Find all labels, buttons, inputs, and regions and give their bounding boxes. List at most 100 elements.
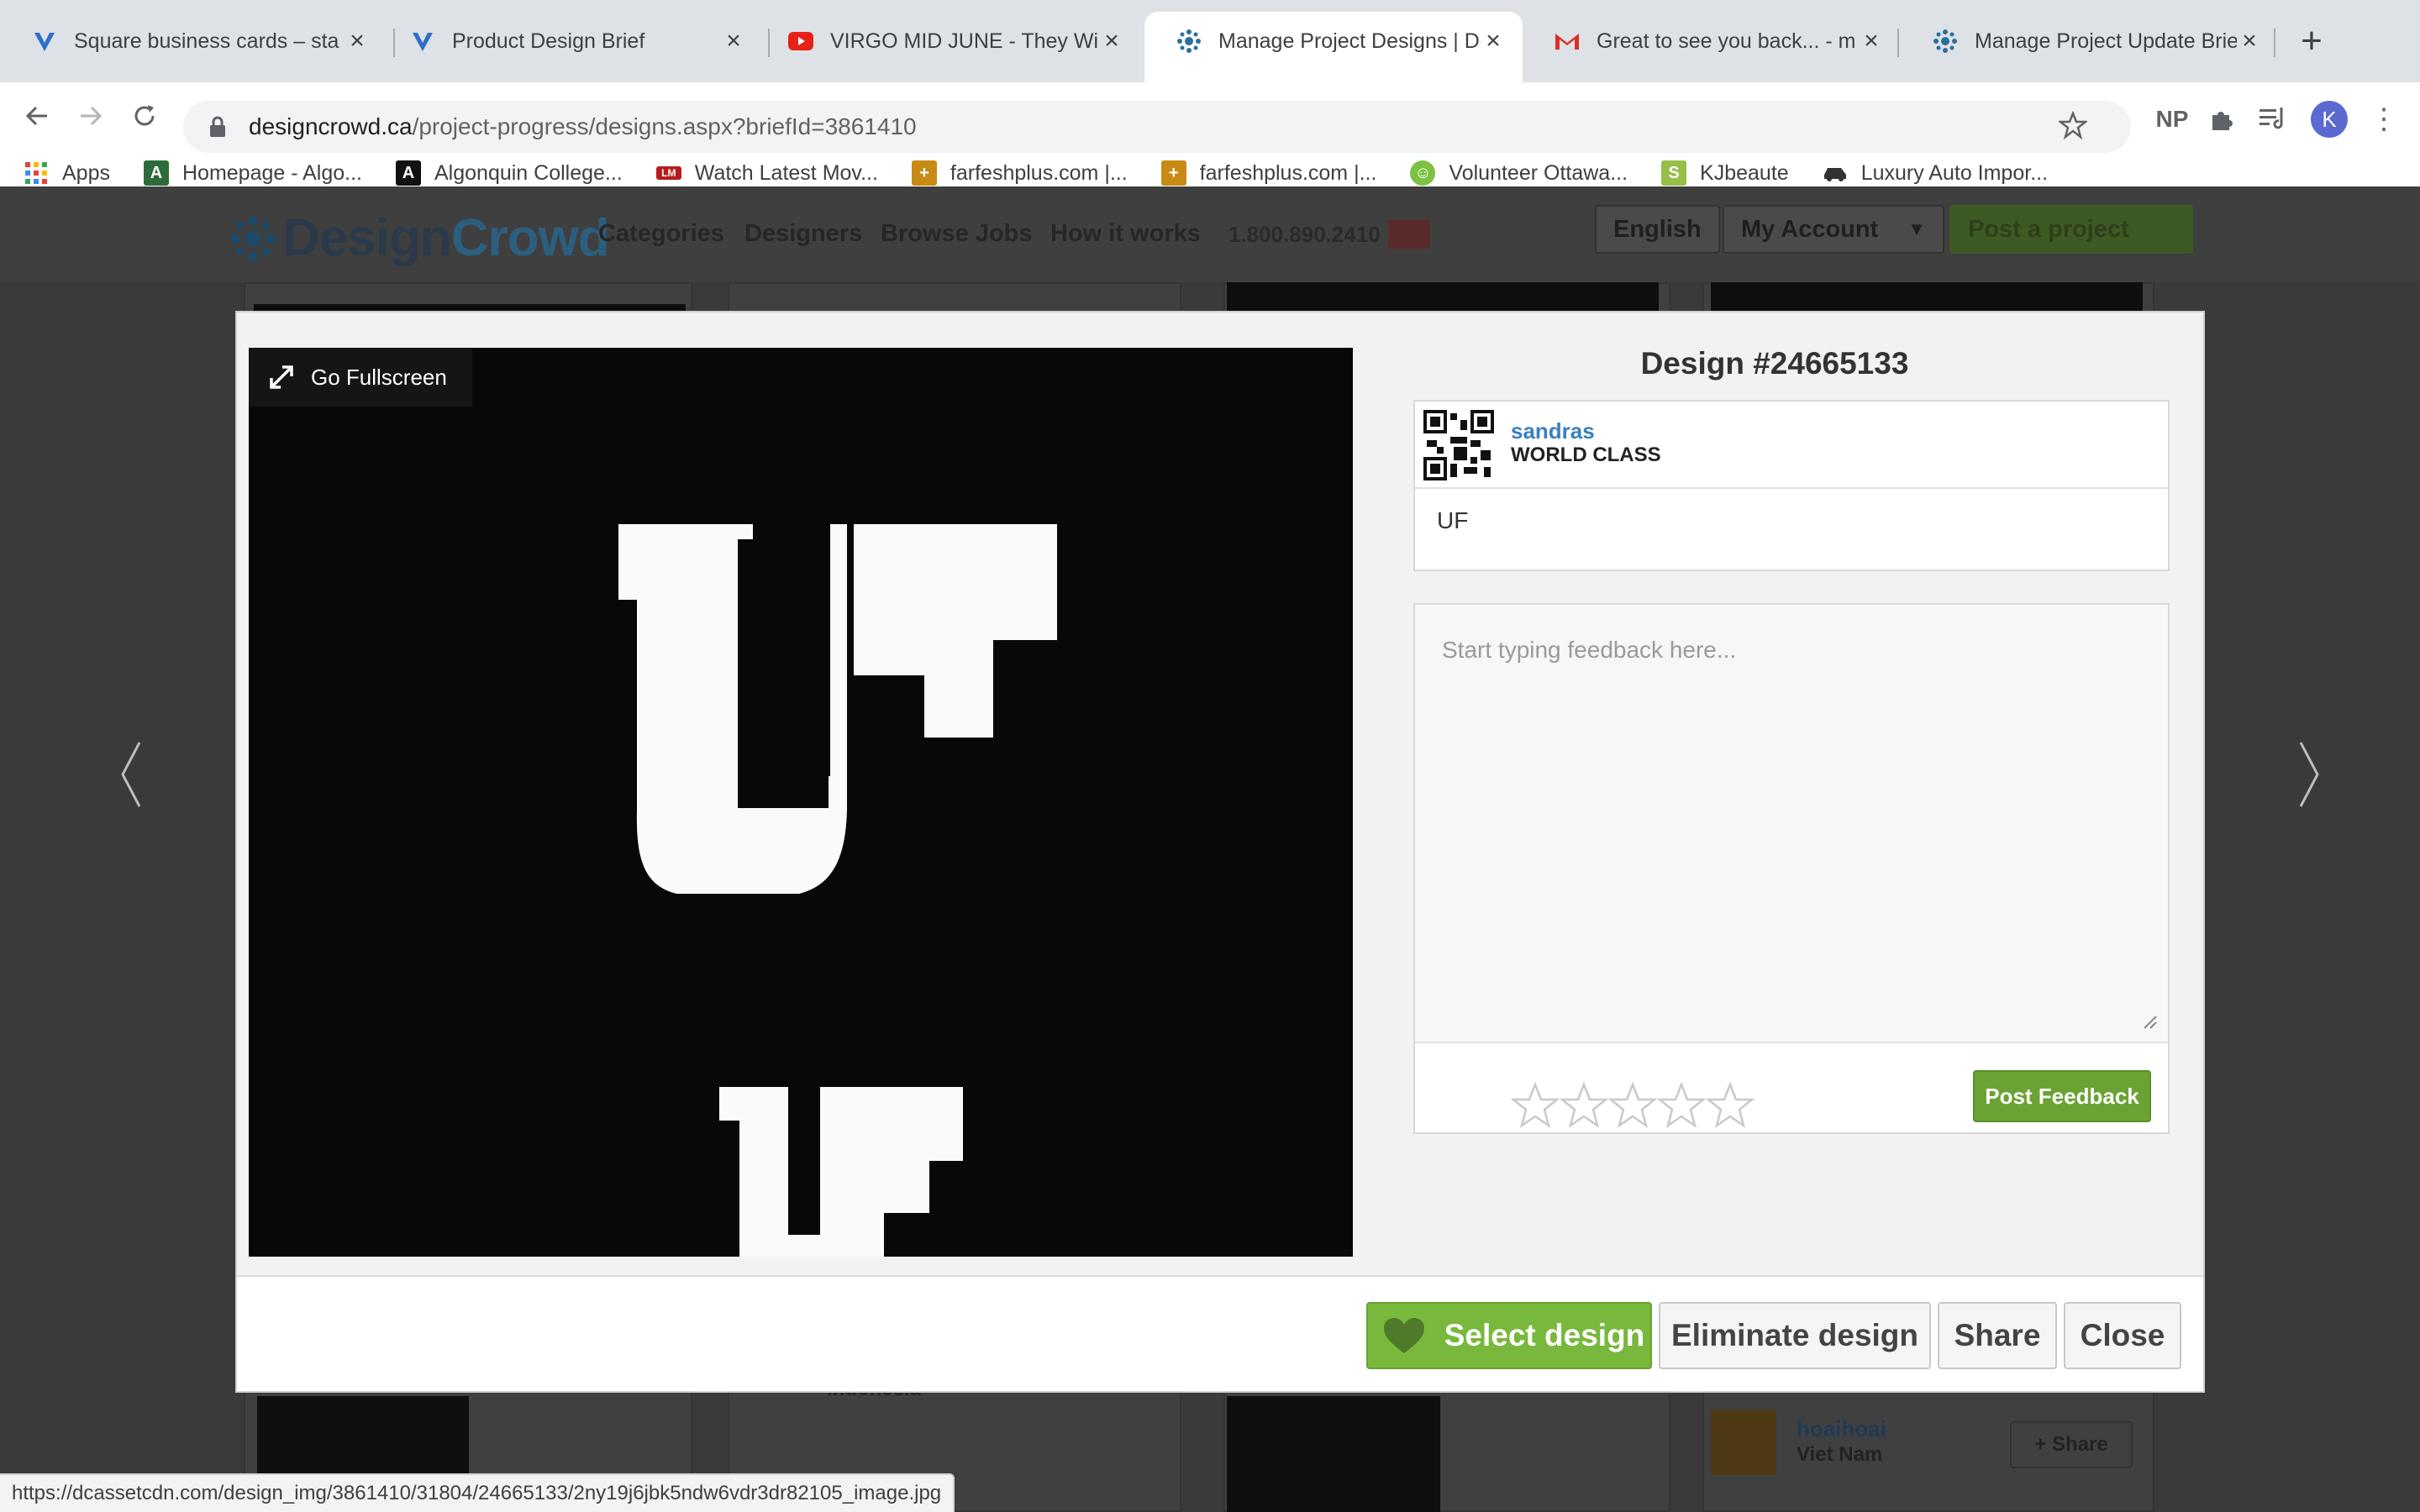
- bookmark-item[interactable]: + farfeshplus.com |...: [1160, 160, 1377, 186]
- lock-icon: [208, 114, 229, 139]
- browser-tab[interactable]: Square business cards – sta ×: [0, 12, 387, 71]
- browser-tab[interactable]: Manage Project Update Brie ×: [1901, 12, 2279, 71]
- browser-toolbar: designcrowd.ca/project-progress/designs.…: [0, 82, 2420, 202]
- url-host: designcrowd.ca: [249, 113, 413, 139]
- browser-menu-icon[interactable]: ⋮: [2370, 101, 2398, 138]
- next-design-arrow-icon[interactable]: [2292, 739, 2326, 810]
- shopify-icon: S: [1661, 160, 1687, 186]
- browser-tab[interactable]: Great to see you back... - m ×: [1523, 12, 1901, 71]
- tab-separator: [2274, 29, 2275, 57]
- close-tab-icon[interactable]: ×: [1099, 27, 1124, 55]
- browser-tab[interactable]: VIRGO MID JUNE - They Wi ×: [756, 12, 1141, 71]
- nav-how-it-works[interactable]: How it works: [1050, 220, 1201, 248]
- bg-design-thumb: [1227, 1396, 1440, 1512]
- close-tab-icon[interactable]: ×: [721, 27, 746, 55]
- bookmark-apps[interactable]: Apps: [24, 160, 110, 186]
- designcrowd-icon: [1933, 29, 1958, 54]
- nav-browse-jobs[interactable]: Browse Jobs: [881, 220, 1033, 248]
- post-feedback-button[interactable]: Post Feedback: [1973, 1070, 2151, 1122]
- post-project-button[interactable]: Post a project: [1949, 205, 2193, 254]
- browser-tab[interactable]: Product Design Brief ×: [378, 12, 763, 71]
- bookmark-item[interactable]: LM Watch Latest Mov...: [655, 161, 878, 186]
- tab-title: Square business cards – sta: [74, 29, 339, 53]
- close-tab-icon[interactable]: ×: [345, 27, 370, 55]
- movie-icon: LM: [655, 166, 681, 180]
- bookmark-item[interactable]: S KJbeaute: [1661, 160, 1789, 186]
- bookmark-label: Algonquin College...: [434, 160, 623, 185]
- star-icon[interactable]: [1608, 1082, 1657, 1129]
- close-tab-icon[interactable]: ×: [2237, 27, 2262, 55]
- my-account-button[interactable]: My Account ▼: [1723, 205, 1944, 254]
- algonquin-a-icon: A: [396, 160, 421, 186]
- back-button[interactable]: [18, 101, 55, 138]
- nav-categories[interactable]: Categories: [598, 220, 724, 248]
- bookmark-item[interactable]: A Homepage - Algo...: [143, 160, 362, 186]
- browser-tab-active[interactable]: Manage Project Designs | De ×: [1144, 12, 1523, 82]
- bookmark-item[interactable]: + farfeshplus.com |...: [911, 160, 1128, 186]
- modal-content: Go Fullscreen Design #24665133 sandras W…: [237, 312, 2203, 1277]
- previous-design-arrow-icon[interactable]: [114, 739, 148, 810]
- eliminate-design-button[interactable]: Eliminate design: [1659, 1302, 1931, 1369]
- star-icon[interactable]: [1657, 1082, 1706, 1129]
- feedback-textarea[interactable]: [1415, 605, 2168, 1043]
- bookmark-item[interactable]: Luxury Auto Impor...: [1823, 160, 2048, 186]
- address-bar[interactable]: designcrowd.ca/project-progress/designs.…: [183, 101, 2131, 153]
- close-button[interactable]: Close: [2064, 1302, 2181, 1369]
- heart-icon: [1383, 1318, 1424, 1353]
- forward-arrow-icon: [81, 106, 103, 126]
- rating-stars: [1511, 1082, 1754, 1129]
- close-tab-icon[interactable]: ×: [1859, 27, 1884, 55]
- reload-button[interactable]: [126, 101, 163, 138]
- designer-card: sandras WORLD CLASS UF: [1413, 400, 2170, 571]
- uf-logo-small: [719, 1087, 963, 1257]
- language-button[interactable]: English: [1595, 205, 1720, 254]
- star-icon[interactable]: [1706, 1082, 1754, 1129]
- tab-separator: [1897, 29, 1899, 57]
- profile-avatar[interactable]: K: [2311, 101, 2348, 138]
- url-path: /project-progress/designs.aspx?briefId=3…: [412, 113, 917, 139]
- tab-title: VIRGO MID JUNE - They Wi: [830, 29, 1099, 53]
- star-icon[interactable]: [1560, 1082, 1608, 1129]
- design-title: Design #24665133: [1640, 346, 1909, 381]
- close-tab-icon[interactable]: ×: [1481, 27, 1506, 55]
- url-text: designcrowd.ca/project-progress/designs.…: [249, 113, 917, 140]
- feedback-panel: Post Feedback: [1413, 603, 2170, 1134]
- bookmark-item[interactable]: A Algonquin College...: [396, 160, 623, 186]
- design-modal: Go Fullscreen Design #24665133 sandras W…: [235, 311, 2205, 1393]
- design-image-viewer[interactable]: Go Fullscreen: [249, 348, 1353, 1257]
- designer-avatar[interactable]: [1423, 410, 1494, 480]
- new-tab-button[interactable]: +: [2291, 20, 2333, 62]
- site-header: Design Crowd Categories Designers Browse …: [0, 186, 2420, 282]
- bg-share-button: + Share: [2010, 1421, 2133, 1468]
- bookmark-label: Luxury Auto Impor...: [1860, 160, 2049, 185]
- extensions-puzzle-icon[interactable]: [2203, 101, 2240, 138]
- uf-logo-large: [618, 524, 1057, 894]
- media-queue-icon[interactable]: [2255, 101, 2292, 138]
- gmail-icon: [1555, 29, 1580, 54]
- forward-button[interactable]: [72, 101, 109, 138]
- share-button[interactable]: Share: [1938, 1302, 2057, 1369]
- bookmark-label: Apps: [62, 160, 110, 185]
- go-fullscreen-button[interactable]: Go Fullscreen: [249, 348, 472, 407]
- expand-icon: [270, 365, 293, 389]
- bookmark-item[interactable]: ☺ Volunteer Ottawa...: [1410, 160, 1628, 186]
- designcrowd-logo-icon: [229, 215, 276, 261]
- bg-designer-avatar: [1711, 1410, 1776, 1475]
- designer-name-link[interactable]: sandras: [1511, 418, 1595, 444]
- tab-title: Manage Project Update Brie: [1975, 29, 2237, 53]
- designcrowd-logo[interactable]: Design Crowd: [229, 208, 610, 268]
- tab-title: Great to see you back... - m: [1597, 29, 1856, 53]
- bookmark-label: farfeshplus.com |...: [1199, 160, 1377, 185]
- bg-designer-country: Viet Nam: [1797, 1443, 1883, 1466]
- car-icon: [1823, 160, 1848, 186]
- back-arrow-icon: [25, 106, 47, 126]
- star-icon[interactable]: [1511, 1082, 1560, 1129]
- np-extension-icon[interactable]: NP: [2151, 101, 2193, 138]
- select-design-button[interactable]: Select design: [1366, 1302, 1652, 1369]
- youtube-icon: [788, 29, 813, 54]
- resize-handle-icon[interactable]: [2141, 1013, 2158, 1030]
- nav-designers[interactable]: Designers: [744, 220, 862, 248]
- designcrowd-icon: [1176, 29, 1202, 54]
- apps-grid-icon: [24, 160, 49, 186]
- post-project-label: Post a project: [1968, 215, 2129, 243]
